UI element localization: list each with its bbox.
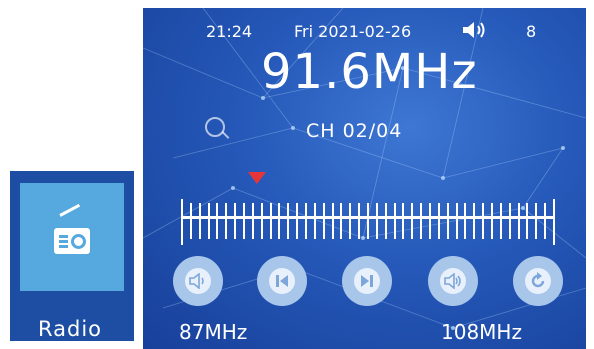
scale-tick [491, 203, 493, 239]
scale-tick [482, 203, 484, 239]
scale-tick [402, 203, 404, 239]
scale-tick [385, 203, 387, 239]
scale-tick [411, 203, 413, 239]
tuning-marker-icon [248, 172, 266, 184]
scale-tick [394, 203, 396, 239]
scale-tick [323, 203, 325, 239]
radio-app-tile[interactable]: Radio [10, 171, 134, 341]
band-min-label: 87MHz [179, 320, 248, 344]
volume-up-button[interactable] [428, 256, 478, 306]
return-icon [531, 272, 545, 288]
volume-down-icon [189, 273, 204, 289]
scale-tick [447, 203, 449, 239]
scale-tick [429, 203, 431, 239]
band-max-label: 108MHz [441, 320, 522, 344]
scale-tick [473, 203, 475, 239]
return-button[interactable] [513, 256, 563, 306]
scale-tick [509, 203, 511, 239]
scale-tick [270, 203, 272, 239]
tuning-scale[interactable] [181, 199, 555, 245]
volume-level: 8 [526, 22, 537, 41]
scale-tick [456, 203, 458, 239]
scale-tick [340, 203, 342, 239]
next-station-button[interactable] [342, 256, 392, 306]
scale-tick [216, 203, 218, 239]
previous-station-icon [276, 275, 288, 287]
scale-tick [199, 203, 201, 239]
scale-tick [261, 203, 263, 239]
scale-tick [296, 203, 298, 239]
clock-date: Fri 2021-02-26 [294, 22, 412, 41]
channel-indicator: CH 02/04 [306, 120, 403, 142]
scale-tick [208, 203, 210, 239]
speaker-icon [461, 20, 489, 44]
scale-tick [420, 203, 422, 239]
scale-tick [287, 203, 289, 239]
scale-tick [181, 199, 183, 245]
scale-tick [535, 203, 537, 239]
volume-up-icon [444, 273, 461, 289]
scale-tick [358, 203, 360, 239]
scale-tick [314, 203, 316, 239]
scale-tick [332, 203, 334, 239]
radio-tile-icon-area[interactable] [20, 183, 124, 291]
radio-icon [54, 203, 90, 254]
volume-down-button[interactable] [173, 256, 223, 306]
scale-tick [526, 203, 528, 239]
previous-station-button[interactable] [257, 256, 307, 306]
scale-tick [500, 203, 502, 239]
scale-tick [553, 199, 555, 245]
scale-tick [438, 203, 440, 239]
scale-tick [349, 203, 351, 239]
scale-tick [376, 203, 378, 239]
scale-tick [252, 203, 254, 239]
frequency-display: 91.6MHz [261, 44, 478, 100]
radio-screen: 21:24 Fri 2021-02-26 8 91.6MHz CH 02/04 [143, 8, 586, 349]
clock-time: 21:24 [206, 22, 253, 41]
scale-tick [305, 203, 307, 239]
scale-tick [544, 203, 546, 239]
scale-tick [225, 203, 227, 239]
scale-tick [518, 203, 520, 239]
scale-tick [190, 203, 192, 239]
scale-tick [367, 203, 369, 239]
scale-tick [234, 203, 236, 239]
next-station-icon [361, 275, 373, 287]
scale-tick [243, 203, 245, 239]
radio-tile-label: Radio [38, 317, 103, 341]
scale-tick [278, 203, 280, 239]
scale-tick [464, 203, 466, 239]
search-icon[interactable] [205, 117, 225, 137]
